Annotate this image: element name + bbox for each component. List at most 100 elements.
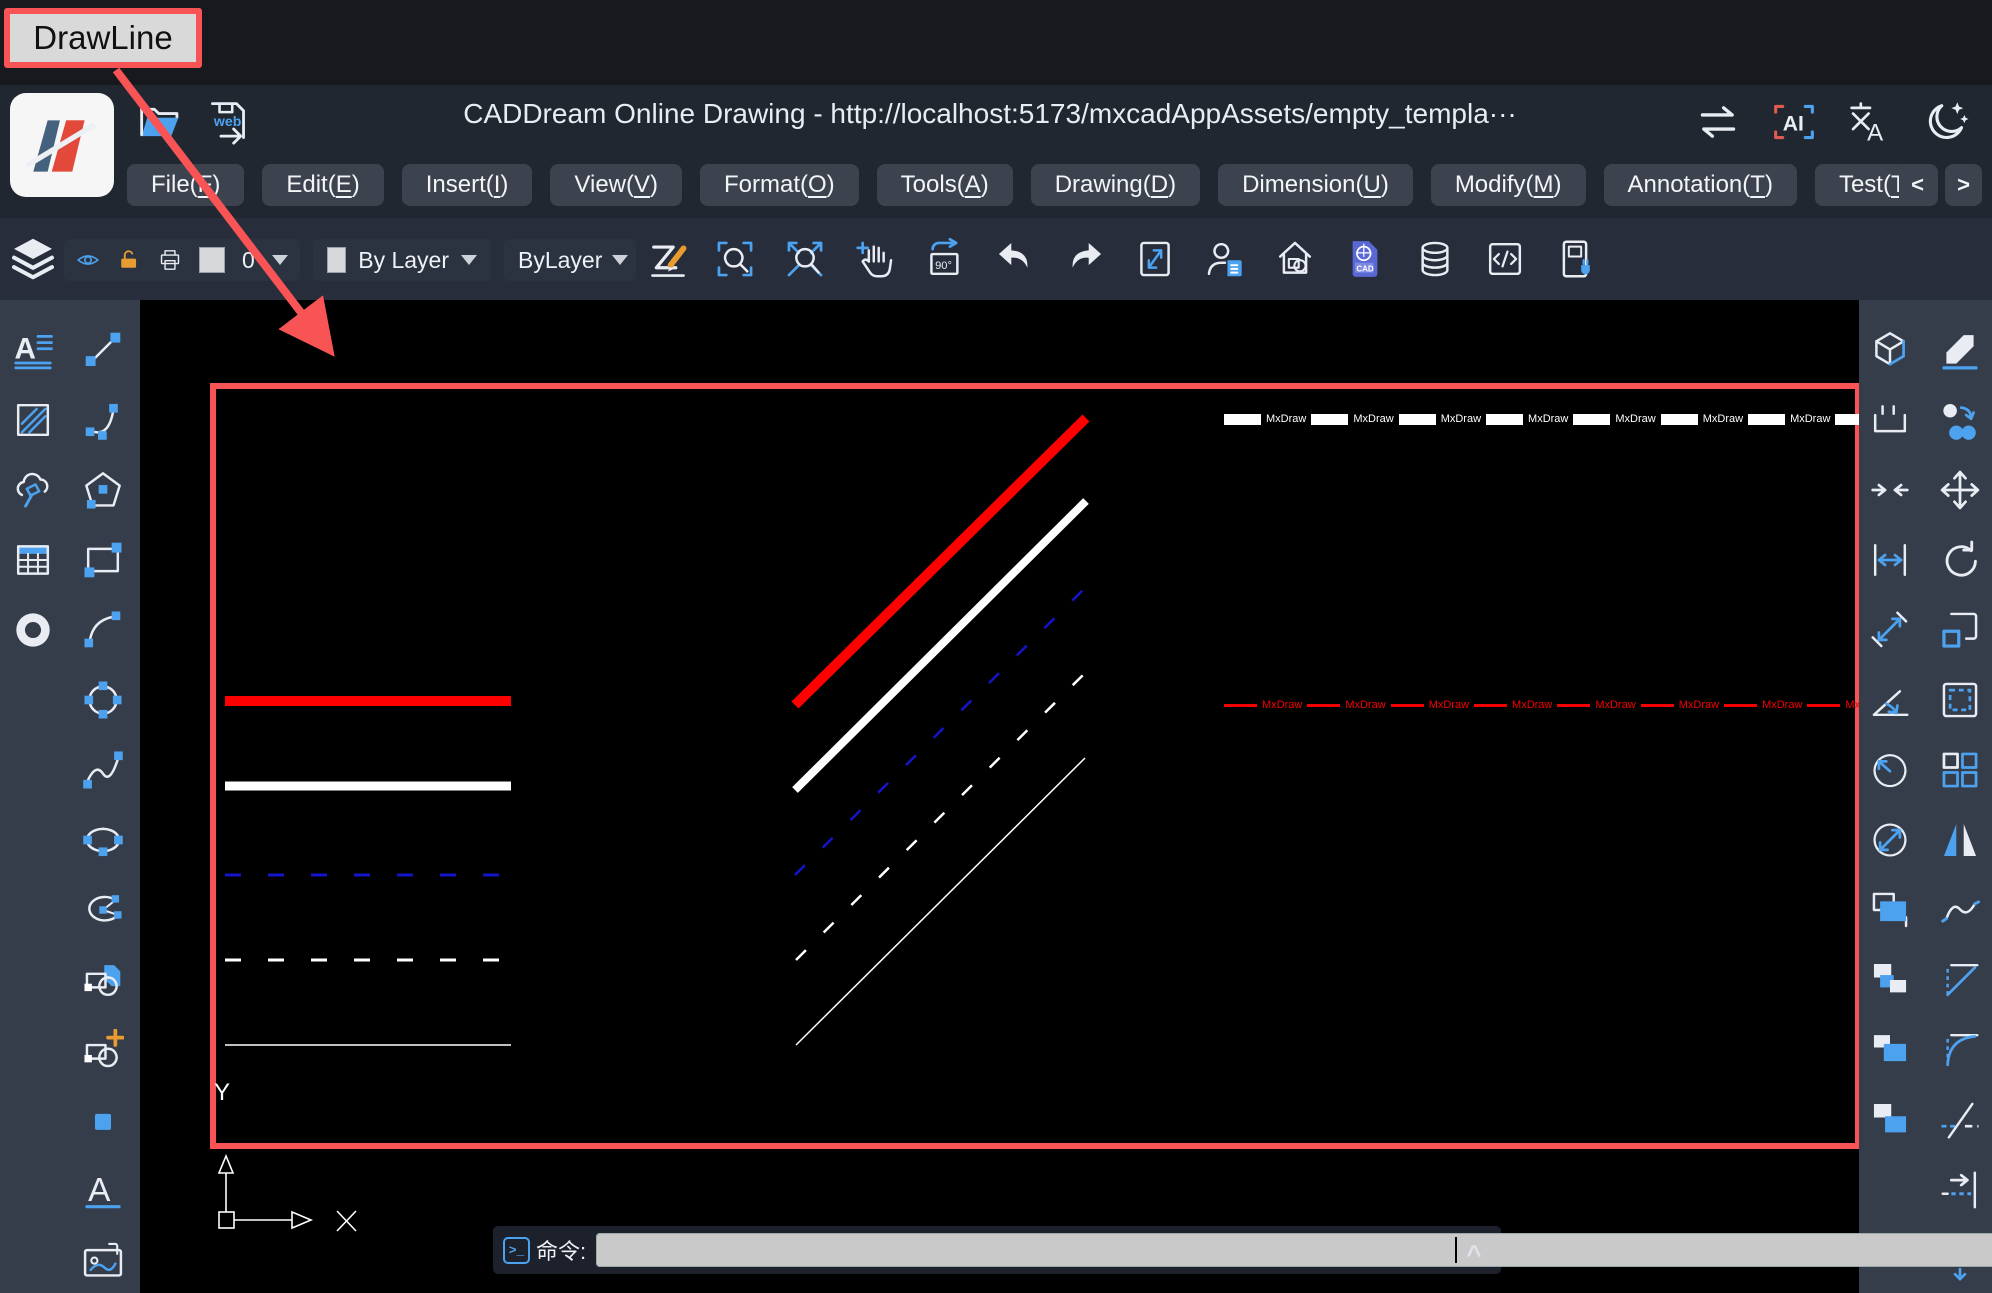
redo-icon[interactable] [1064, 238, 1106, 280]
rotate-tool[interactable] [1932, 532, 1988, 588]
rectangle-tool[interactable] [75, 532, 131, 588]
menu-view[interactable]: View(V) [550, 164, 682, 206]
line-entity-6[interactable] [795, 418, 1086, 705]
command-input[interactable] [596, 1233, 1992, 1267]
angle-tool[interactable] [1862, 672, 1918, 728]
fillet-curve-tool[interactable] [75, 602, 131, 658]
hatch-tool[interactable] [5, 392, 61, 448]
menu-annotation[interactable]: Annotation(T) [1604, 164, 1797, 206]
menu-modify[interactable]: Modify(M) [1431, 164, 1586, 206]
distance-tool[interactable] [1862, 532, 1918, 588]
visibility-eye-icon[interactable] [76, 248, 100, 272]
menu-scroll-back-button[interactable]: < [1899, 164, 1936, 206]
line-entity-10[interactable] [796, 758, 1085, 1045]
drawing-entities[interactable] [213, 386, 1858, 1146]
translate-icon[interactable]: A [1846, 98, 1894, 146]
drawing-canvas[interactable]: Y MxDrawMxDrawMxDrawMxDrawMxDrawMxDrawMx… [140, 300, 1859, 1293]
measure-length-icon [1869, 609, 1911, 651]
circle-tool[interactable] [75, 672, 131, 728]
mxdraw-linetype-row-2[interactable]: MxDrawMxDrawMxDrawMxDrawMxDrawMxDrawMxDr… [1224, 697, 1859, 713]
draworder-above-tool[interactable] [1862, 1022, 1918, 1078]
user-list-icon[interactable] [1204, 238, 1246, 280]
trim-tool[interactable] [1932, 1162, 1988, 1218]
collapse-command-icon[interactable]: ^ [1457, 1236, 1491, 1264]
terminal-icon: >_ [503, 1237, 530, 1264]
code-icon[interactable] [1484, 238, 1526, 280]
text-style-tool[interactable]: A [5, 322, 61, 378]
revision-cloud-tool[interactable] [5, 462, 61, 518]
layer-color-swatch[interactable] [199, 247, 225, 273]
box-3d-tool[interactable] [1862, 322, 1918, 378]
donut-tool[interactable] [5, 602, 61, 658]
command-bar: >_ 命令: ^ [493, 1226, 1501, 1274]
diameter-tool[interactable] [1862, 812, 1918, 868]
line-entity-7[interactable] [795, 501, 1086, 790]
database-icon[interactable] [1414, 238, 1456, 280]
point-tool[interactable] [75, 1092, 131, 1148]
swap-icon[interactable] [1694, 98, 1742, 146]
extend-tool[interactable] [1932, 1092, 1988, 1148]
pencil-edit-icon[interactable] [646, 238, 690, 282]
move-tool[interactable] [1932, 462, 1988, 518]
open-folder-icon[interactable] [136, 98, 184, 146]
menu-file[interactable]: File(F) [127, 164, 244, 206]
measure-length-tool[interactable] [1862, 602, 1918, 658]
image-tool[interactable] [75, 1232, 131, 1288]
arc-tool[interactable] [75, 392, 131, 448]
chamfer-tool[interactable] [1932, 952, 1988, 1008]
zoom-window-icon[interactable] [714, 238, 756, 280]
mirror-tool[interactable] [1932, 812, 1988, 868]
explode-tool[interactable] [1862, 392, 1918, 448]
ai-recognize-icon[interactable]: AI [1770, 98, 1818, 146]
zoom-extents-icon[interactable] [784, 238, 826, 280]
layers-icon[interactable] [10, 236, 56, 282]
undo-icon[interactable] [994, 238, 1036, 280]
pan-icon[interactable] [854, 238, 896, 280]
app-logo[interactable] [10, 93, 114, 197]
cad-file-icon[interactable]: CAD [1344, 238, 1386, 280]
ellipse-arc-tool[interactable] [75, 882, 131, 938]
draworder-back-tool[interactable] [1862, 1092, 1918, 1148]
menu-dimension[interactable]: Dimension(U) [1218, 164, 1413, 206]
block-tool[interactable] [75, 952, 131, 1008]
rotate-90-icon[interactable]: 90° [924, 238, 966, 280]
fillet-tool[interactable] [1932, 1022, 1988, 1078]
color-dropdown[interactable]: By Layer [313, 239, 491, 281]
line-entity-9[interactable] [796, 675, 1083, 960]
draworder-front-tool[interactable] [1862, 882, 1918, 938]
array-tool[interactable] [1932, 742, 1988, 798]
draworder-mixed-tool[interactable] [1862, 952, 1918, 1008]
spline-tool[interactable] [75, 742, 131, 798]
lock-open-icon[interactable] [117, 248, 141, 272]
radius-tool[interactable] [1862, 742, 1918, 798]
printer-icon[interactable] [158, 248, 182, 272]
menu-tools[interactable]: Tools(A) [877, 164, 1013, 206]
polygon-tool[interactable] [75, 462, 131, 518]
wave-tool[interactable] [1932, 882, 1988, 938]
menu-format[interactable]: Format(O) [700, 164, 859, 206]
linetype-dropdown[interactable]: ByLayer [504, 239, 636, 281]
line-tool[interactable] [75, 322, 131, 378]
copy-icon [1939, 399, 1981, 441]
line-entity-8[interactable] [795, 588, 1085, 875]
eraser-tool[interactable] [1932, 322, 1988, 378]
ellipse-tool[interactable] [75, 812, 131, 868]
mxdraw-linetype-row-1[interactable]: MxDrawMxDrawMxDrawMxDrawMxDrawMxDrawMxDr… [1224, 411, 1859, 427]
home-icon[interactable] [1274, 238, 1316, 280]
menu-drawing[interactable]: Drawing(D) [1031, 164, 1200, 206]
select-window-tool[interactable] [1932, 672, 1988, 728]
menu-edit[interactable]: Edit(E) [262, 164, 383, 206]
dark-mode-icon[interactable] [1922, 98, 1970, 146]
device-debug-icon[interactable] [1554, 238, 1596, 280]
menu-scroll-forward-button[interactable]: > [1945, 164, 1982, 206]
table-tool[interactable] [5, 532, 61, 588]
text-tool[interactable]: A [75, 1162, 131, 1218]
viewport-icon[interactable] [1134, 238, 1176, 280]
menu-insert[interactable]: Insert(I) [402, 164, 533, 206]
copy-tool[interactable] [1932, 392, 1988, 448]
insert-block-tool[interactable] [75, 1022, 131, 1078]
join-tool[interactable] [1862, 462, 1918, 518]
scale-tool[interactable] [1932, 602, 1988, 658]
save-web-icon[interactable]: web [204, 98, 252, 146]
layer-caret-down-icon[interactable] [272, 255, 288, 265]
